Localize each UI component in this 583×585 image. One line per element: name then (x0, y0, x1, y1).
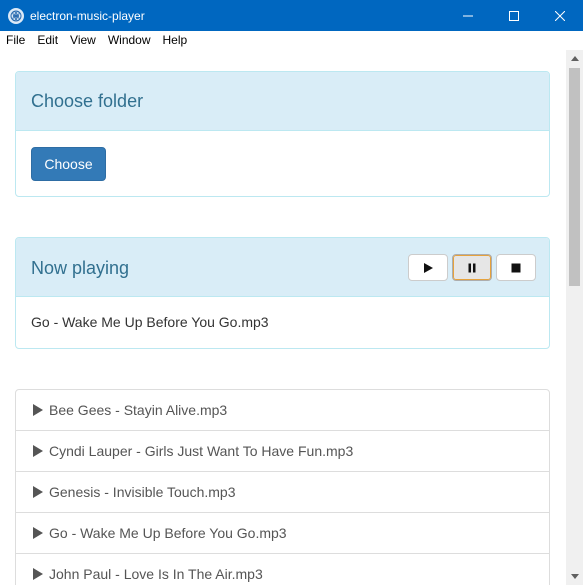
track-title: John Paul - Love Is In The Air.mp3 (49, 566, 263, 582)
track-item[interactable]: Bee Gees - Stayin Alive.mp3 (16, 390, 549, 431)
play-icon (33, 568, 43, 580)
menu-help[interactable]: Help (157, 31, 194, 50)
play-icon (424, 262, 433, 273)
pause-icon (468, 263, 476, 272)
track-title: Genesis - Invisible Touch.mp3 (49, 484, 236, 500)
play-icon (33, 404, 43, 416)
play-icon (33, 486, 43, 498)
now-playing-track: Go - Wake Me Up Before You Go.mp3 (31, 314, 269, 330)
play-button[interactable] (408, 254, 448, 281)
track-title: Bee Gees - Stayin Alive.mp3 (49, 402, 228, 418)
track-item[interactable]: John Paul - Love Is In The Air.mp3 (16, 554, 549, 585)
minimize-button[interactable] (445, 0, 491, 31)
menu-bar: File Edit View Window Help (0, 31, 583, 50)
choose-folder-panel: Choose folder Choose (15, 71, 550, 197)
close-button[interactable] (537, 0, 583, 31)
window-title: electron-music-player (30, 8, 145, 23)
track-item[interactable]: Genesis - Invisible Touch.mp3 (16, 472, 549, 513)
track-item[interactable]: Cyndi Lauper - Girls Just Want To Have F… (16, 431, 549, 472)
title-bar: electron-music-player (0, 0, 583, 31)
now-playing-panel: Now playing Go - Wake Me Up Before You G… (15, 237, 550, 349)
pause-button[interactable] (452, 254, 492, 281)
content-area: Choose folder Choose Now playing Go - Wa… (0, 50, 566, 585)
menu-file[interactable]: File (0, 31, 31, 50)
scroll-down-arrow[interactable] (566, 568, 583, 585)
track-title: Cyndi Lauper - Girls Just Want To Have F… (49, 443, 354, 459)
maximize-button[interactable] (491, 0, 537, 31)
play-icon (33, 445, 43, 457)
track-item[interactable]: Go - Wake Me Up Before You Go.mp3 (16, 513, 549, 554)
scroll-up-arrow[interactable] (566, 50, 583, 67)
panel-title: Choose folder (31, 91, 144, 111)
play-icon (33, 527, 43, 539)
track-list: Bee Gees - Stayin Alive.mp3 Cyndi Lauper… (15, 389, 550, 585)
panel-heading: Choose folder (16, 72, 549, 131)
close-icon (555, 10, 565, 21)
panel-title: Now playing (31, 258, 130, 278)
vertical-scrollbar[interactable] (566, 50, 583, 585)
panel-heading: Now playing (16, 238, 549, 297)
chevron-down-icon (570, 574, 579, 579)
track-title: Go - Wake Me Up Before You Go.mp3 (49, 525, 287, 541)
maximize-icon (509, 10, 519, 21)
menu-window[interactable]: Window (102, 31, 157, 50)
menu-view[interactable]: View (64, 31, 102, 50)
menu-edit[interactable]: Edit (31, 31, 64, 50)
chevron-up-icon (570, 56, 579, 61)
minimize-icon (463, 15, 473, 16)
app-icon (8, 7, 24, 24)
choose-folder-button[interactable]: Choose (31, 147, 106, 181)
stop-icon (511, 263, 521, 272)
scroll-thumb[interactable] (569, 68, 580, 286)
stop-button[interactable] (496, 254, 536, 281)
